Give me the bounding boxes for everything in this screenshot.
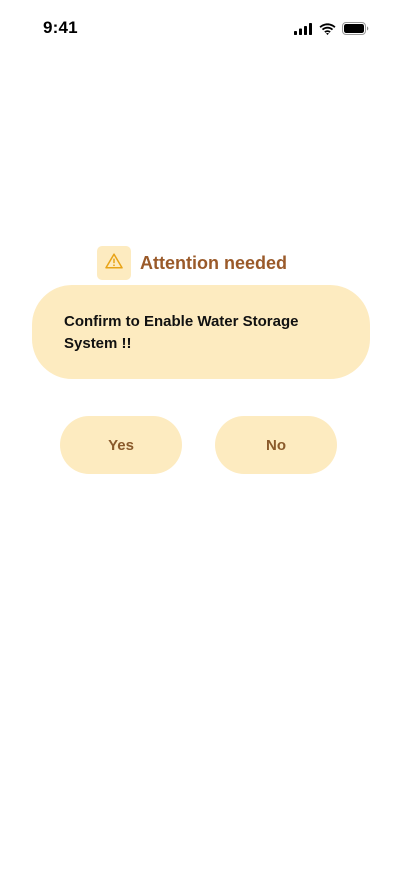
no-button[interactable]: No	[215, 416, 337, 474]
yes-button[interactable]: Yes	[60, 416, 182, 474]
status-icons	[294, 22, 369, 35]
alert-message: Confirm to Enable Water Storage System !…	[64, 313, 299, 352]
alert-title: Attention needed	[140, 252, 287, 273]
alert-message-card: Confirm to Enable Water Storage System !…	[32, 285, 370, 379]
wifi-icon	[319, 22, 336, 35]
cellular-signal-icon	[294, 22, 313, 35]
warning-icon-box	[97, 246, 131, 280]
screen: 9:41 Attention needed Confirm to Enable …	[0, 0, 402, 874]
battery-icon	[342, 22, 369, 35]
warning-triangle-icon	[105, 252, 123, 274]
status-time: 9:41	[43, 18, 78, 37]
attention-header: Attention needed	[97, 246, 287, 280]
status-bar: 9:41	[0, 0, 402, 54]
